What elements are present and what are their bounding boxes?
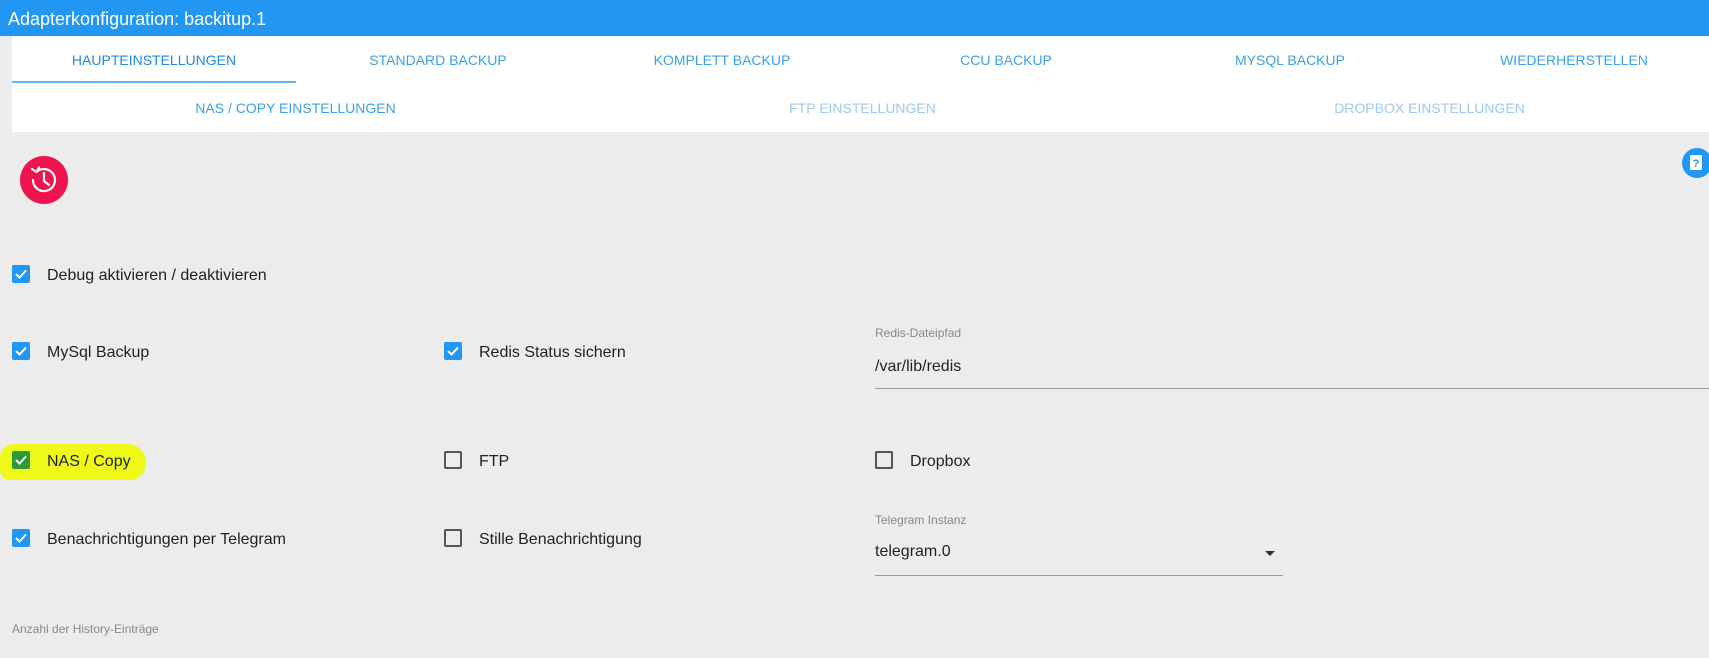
tab-nas-copy-einstellungen[interactable]: NAS / COPY EINSTELLUNGEN xyxy=(12,84,579,132)
check-icon xyxy=(15,346,27,356)
check-icon xyxy=(447,346,459,356)
mysql-backup-checkbox[interactable] xyxy=(12,342,30,360)
debug-checkbox[interactable] xyxy=(12,265,30,283)
svg-text:?: ? xyxy=(1693,158,1700,170)
window-titlebar: Adapterkonfiguration: backitup.1 xyxy=(0,0,1709,36)
silent-notification-checkbox[interactable] xyxy=(444,529,462,547)
ftp-checkbox[interactable] xyxy=(444,451,462,469)
nas-copy-label: NAS / Copy xyxy=(47,453,131,470)
telegram-instance-underline xyxy=(875,575,1283,576)
clock-history-icon xyxy=(20,156,68,204)
ftp-label: FTP xyxy=(479,453,510,470)
redis-path-input[interactable]: /var/lib/redis xyxy=(875,358,961,376)
tab-standard-backup[interactable]: STANDARD BACKUP xyxy=(296,36,580,84)
telegram-instance-label: Telegram Instanz xyxy=(875,513,967,527)
debug-label: Debug aktivieren / deaktivieren xyxy=(47,267,267,284)
caret-down-icon[interactable] xyxy=(1265,551,1275,556)
tab-bar: HAUPTEINSTELLUNGEN STANDARD BACKUP KOMPL… xyxy=(12,36,1709,132)
active-tab-indicator xyxy=(12,81,296,83)
redis-path-label: Redis-Dateipfad xyxy=(875,326,962,340)
help-icon[interactable]: ? xyxy=(1682,148,1709,178)
telegram-label: Benachrichtigungen per Telegram xyxy=(47,531,286,548)
tab-ccu-backup[interactable]: CCU BACKUP xyxy=(864,36,1148,84)
tab-mysql-backup[interactable]: MYSQL BACKUP xyxy=(1148,36,1432,84)
nas-copy-checkbox[interactable] xyxy=(12,451,30,469)
check-icon xyxy=(15,269,27,279)
redis-status-label: Redis Status sichern xyxy=(479,344,626,361)
tab-wiederherstellen[interactable]: WIEDERHERSTELLEN xyxy=(1432,36,1709,84)
dropbox-label: Dropbox xyxy=(910,453,971,470)
telegram-instance-select[interactable]: telegram.0 xyxy=(875,543,951,561)
silent-notification-label: Stille Benachrichtigung xyxy=(479,531,642,548)
tab-ftp-einstellungen[interactable]: FTP EINSTELLUNGEN xyxy=(579,84,1146,132)
mysql-backup-label: MySql Backup xyxy=(47,344,150,361)
redis-path-underline xyxy=(875,388,1709,389)
check-icon xyxy=(15,455,27,465)
window-title: Adapterkonfiguration: backitup.1 xyxy=(8,9,267,29)
tab-komplett-backup[interactable]: KOMPLETT BACKUP xyxy=(580,36,864,84)
history-count-label: Anzahl der History-Einträge xyxy=(12,622,159,636)
redis-status-checkbox[interactable] xyxy=(444,342,462,360)
tab-haupteinstellungen[interactable]: HAUPTEINSTELLUNGEN xyxy=(12,36,296,84)
telegram-checkbox[interactable] xyxy=(12,529,30,547)
dropbox-checkbox[interactable] xyxy=(875,451,893,469)
check-icon xyxy=(15,533,27,543)
tab-dropbox-einstellungen[interactable]: DROPBOX EINSTELLUNGEN xyxy=(1146,84,1709,132)
